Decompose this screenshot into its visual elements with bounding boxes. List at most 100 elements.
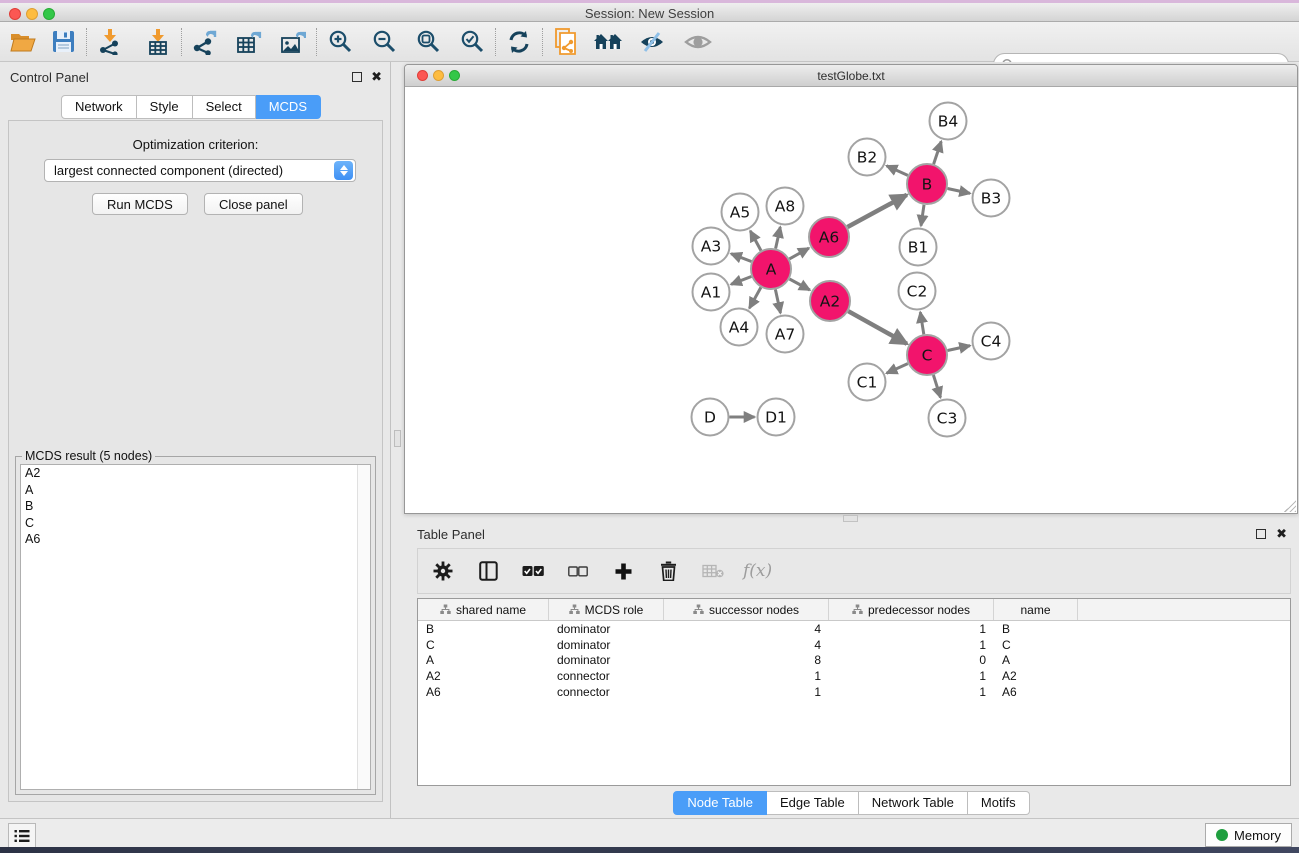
edge-C-C1[interactable] [887, 364, 908, 374]
tab-network[interactable]: Network [61, 95, 137, 119]
close-panel-icon[interactable]: ✖ [1276, 526, 1287, 542]
edge-C-C3[interactable] [933, 375, 940, 398]
node-table[interactable]: shared nameMCDS rolesuccessor nodesprede… [417, 598, 1291, 786]
edge-A-A3[interactable] [731, 254, 751, 262]
node-A1[interactable]: A1 [693, 274, 730, 311]
node-C3[interactable]: C3 [929, 400, 966, 437]
edge-A-A2[interactable] [790, 279, 810, 290]
tab-network-table[interactable]: Network Table [859, 791, 968, 815]
refresh-layout-icon[interactable] [504, 27, 534, 57]
node-C2[interactable]: C2 [899, 273, 936, 310]
network-view-window[interactable]: testGlobe.txt B4 B2 B B3 A5A8A6 A3 B1 A A1 C2 A2 A4… [404, 64, 1298, 514]
edge-A-A5[interactable] [750, 231, 761, 251]
zoom-out-icon[interactable] [369, 27, 399, 57]
float-panel-icon[interactable] [1256, 529, 1266, 539]
node-D1[interactable]: D1 [758, 399, 795, 436]
edge-A2-C[interactable] [848, 311, 907, 344]
column-header-name[interactable]: name [994, 599, 1078, 620]
node-A[interactable]: A [751, 249, 791, 289]
task-history-button[interactable] [8, 823, 36, 848]
column-header-successor-nodes[interactable]: successor nodes [664, 599, 829, 620]
run-mcds-button[interactable]: Run MCDS [92, 193, 188, 215]
export-image-icon[interactable] [278, 27, 308, 57]
node-A5[interactable]: A5 [722, 194, 759, 231]
node-A8[interactable]: A8 [767, 188, 804, 225]
split-handle[interactable] [843, 515, 858, 522]
column-browser-icon[interactable] [473, 556, 503, 586]
edge-B-B2[interactable] [887, 166, 908, 176]
edge-C-C4[interactable] [948, 346, 971, 351]
mcds-result-list[interactable]: A2ABCA6 [20, 464, 371, 790]
node-A4[interactable]: A4 [721, 309, 758, 346]
column-header-shared-name[interactable]: shared name [418, 599, 549, 620]
network-window-titlebar[interactable]: testGlobe.txt [405, 65, 1297, 87]
split-handle[interactable] [394, 430, 401, 447]
node-C1[interactable]: C1 [849, 364, 886, 401]
export-table-icon[interactable] [234, 27, 264, 57]
export-network-icon[interactable] [190, 27, 220, 57]
float-panel-icon[interactable] [352, 72, 362, 82]
node-B3[interactable]: B3 [973, 180, 1010, 217]
edge-C-C2[interactable] [920, 312, 924, 334]
result-list-item[interactable]: B [21, 498, 370, 515]
add-column-icon[interactable] [608, 556, 638, 586]
close-panel-button[interactable]: Close panel [204, 193, 303, 215]
zoom-fit-icon[interactable] [413, 27, 443, 57]
table-row[interactable]: Bdominator41B [418, 621, 1290, 637]
import-table-icon[interactable] [143, 27, 173, 57]
edge-A-A8[interactable] [776, 227, 781, 249]
gear-icon[interactable] [428, 556, 458, 586]
tab-motifs[interactable]: Motifs [968, 791, 1030, 815]
node-A6[interactable]: A6 [809, 217, 849, 257]
resize-grip[interactable] [1284, 500, 1296, 512]
memory-button[interactable]: Memory [1205, 823, 1292, 847]
select-all-icon[interactable] [518, 556, 548, 586]
edge-B-B4[interactable] [934, 141, 942, 164]
node-A2[interactable]: A2 [810, 281, 850, 321]
import-network-icon[interactable] [95, 27, 125, 57]
node-A3[interactable]: A3 [693, 228, 730, 265]
tab-edge-table[interactable]: Edge Table [767, 791, 859, 815]
tab-select[interactable]: Select [193, 95, 256, 119]
node-B4[interactable]: B4 [930, 103, 967, 140]
edge-B-B1[interactable] [921, 205, 924, 226]
edge-A-A1[interactable] [731, 277, 751, 285]
tab-mcds[interactable]: MCDS [256, 95, 321, 119]
edge-B-B3[interactable] [948, 189, 971, 194]
column-header-predecessor-nodes[interactable]: predecessor nodes [829, 599, 994, 620]
column-header-MCDS-role[interactable]: MCDS role [549, 599, 664, 620]
network-canvas[interactable]: B4B2BB3A5A8A6A3B1AA1C2A2A4A7C4CC1DD1C3 [405, 87, 1297, 513]
save-session-icon[interactable] [48, 27, 78, 57]
edge-A-A4[interactable] [749, 287, 761, 308]
new-session-from-network-icon[interactable] [551, 27, 581, 57]
deselect-all-icon[interactable] [563, 556, 593, 586]
delete-column-icon[interactable] [653, 556, 683, 586]
result-list-item[interactable]: A6 [21, 531, 370, 548]
node-B2[interactable]: B2 [849, 139, 886, 176]
result-list-item[interactable]: C [21, 515, 370, 532]
table-row[interactable]: A6connector11A6 [418, 684, 1290, 700]
home-icon[interactable] [593, 27, 623, 57]
optimization-criterion-select[interactable]: largest connected component (directed) [44, 159, 356, 182]
close-panel-icon[interactable]: ✖ [371, 69, 382, 85]
node-B[interactable]: B [907, 164, 947, 204]
node-B1[interactable]: B1 [900, 229, 937, 266]
result-list-item[interactable]: A2 [21, 465, 370, 482]
hide-panel-icon[interactable] [637, 27, 667, 57]
edge-A-A6[interactable] [789, 248, 809, 259]
node-D[interactable]: D [692, 399, 729, 436]
open-file-icon[interactable] [8, 27, 38, 57]
tab-style[interactable]: Style [137, 95, 193, 119]
show-panel-icon[interactable] [683, 27, 713, 57]
tab-node-table[interactable]: Node Table [673, 791, 767, 815]
edge-A6-B[interactable] [848, 195, 907, 227]
result-list-item[interactable]: A [21, 482, 370, 499]
table-row[interactable]: A2connector11A2 [418, 668, 1290, 684]
result-scrollbar[interactable] [357, 465, 370, 789]
zoom-in-icon[interactable] [325, 27, 355, 57]
table-row[interactable]: Cdominator41C [418, 637, 1290, 653]
node-A7[interactable]: A7 [767, 316, 804, 353]
table-row[interactable]: Adominator80A [418, 653, 1290, 669]
zoom-selected-icon[interactable] [457, 27, 487, 57]
node-C[interactable]: C [907, 335, 947, 375]
